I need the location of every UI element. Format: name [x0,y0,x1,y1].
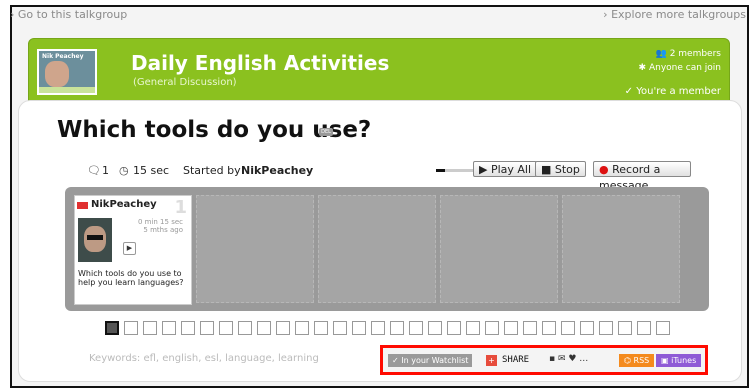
filmstrip-cell[interactable] [561,321,575,335]
discussion-card: Which tools do you use? DEL 🗨 1 ◷ 15 sec… [18,100,742,382]
filmstrip-cell[interactable] [124,321,138,335]
message-text: Which tools do you use to help you learn… [78,269,184,287]
filmstrip-cell[interactable] [637,321,651,335]
filmstrip-cell[interactable] [542,321,556,335]
filmstrip-cell[interactable] [295,321,309,335]
filmstrip-cell[interactable] [409,321,423,335]
message-stage: NikPeachey 1 0 min 15 sec 5 mths ago ▶ W… [65,187,709,311]
progress-fill [436,169,445,172]
join-icon: ✱ [638,63,649,73]
rss-button[interactable]: ⌬ RSS [619,354,655,367]
filmstrip-cell[interactable] [200,321,214,335]
watchlist-button[interactable]: ✓ In your Watchlist [388,354,473,367]
members-count[interactable]: 2 members [670,49,721,59]
group-meta: 👥 2 members ✱ Anyone can join ✓ You're a… [625,47,721,99]
group-header: Nik Peachey Daily English Activities (Ge… [28,38,730,106]
share-button[interactable]: SHARE [502,355,529,365]
message-filmstrip[interactable] [105,321,705,337]
filmstrip-cell[interactable] [314,321,328,335]
author-avatar[interactable] [78,218,112,262]
filmstrip-cell[interactable] [276,321,290,335]
share-bar: ✓ In your Watchlist + SHARE ▪ ✉ ♥ … ⌬ RS… [380,345,708,375]
record-button[interactable]: ● Record a message [593,161,691,192]
filmstrip-cell[interactable] [447,321,461,335]
explore-talkgroups-link[interactable]: › Explore more talkgroups [603,8,746,21]
filmstrip-cell[interactable] [181,321,195,335]
filmstrip-cell[interactable] [523,321,537,335]
itunes-icon: ▣ [661,356,672,365]
join-row: ✱ Anyone can join [625,61,721,75]
playback-controls: 🗨 1 ◷ 15 sec Started by NikPeachey ▶ Pla… [83,159,691,192]
avatar-shades [87,235,103,240]
filmstrip-cell[interactable] [219,321,233,335]
keywords: Keywords: efl, english, esl, language, l… [89,353,319,364]
empty-slot [196,195,314,303]
record-icon: ● [599,163,613,176]
delete-badge[interactable]: DEL [319,128,333,136]
stop-button[interactable]: ■ Stop [535,161,586,177]
filmstrip-cell[interactable] [257,321,271,335]
duration: 15 sec [133,164,170,177]
play-all-button[interactable]: ▶ Play All [473,161,538,177]
filmstrip-cell[interactable] [580,321,594,335]
filmstrip-cell[interactable] [352,321,366,335]
filmstrip-cell[interactable] [428,321,442,335]
join-status: Anyone can join [648,63,721,73]
group-title[interactable]: Daily English Activities [131,51,389,75]
comment-icon: 🗨 [87,164,101,177]
members-icon: 👥 [655,49,670,59]
rss-icon: ⌬ [624,356,634,365]
empty-slot [440,195,558,303]
filmstrip-cell[interactable] [143,321,157,335]
thumbnail-caption: Nik Peachey [42,53,84,60]
stop-label: Stop [554,163,580,176]
filmstrip-cell[interactable] [618,321,632,335]
share-plus-icon[interactable]: + [486,355,497,366]
stop-icon: ■ [541,163,555,176]
comment-count: 1 [102,164,109,177]
message-author[interactable]: NikPeachey [91,199,157,210]
message-number: 1 [174,197,187,218]
rss-label: RSS [633,356,650,365]
filmstrip-cell[interactable] [599,321,613,335]
filmstrip-cell[interactable] [162,321,176,335]
started-by-user[interactable]: NikPeachey [241,164,313,177]
group-thumbnail[interactable]: Nik Peachey [37,49,97,95]
filmstrip-cell[interactable] [238,321,252,335]
message-age: 5 mths ago [143,226,183,234]
flag-icon [77,202,88,209]
check-icon: ✓ [392,356,402,365]
play-all-label: Play All [490,163,532,176]
play-message-button[interactable]: ▶ [123,242,136,255]
members-row: 👥 2 members [625,47,721,61]
thumbnail-face [45,61,69,87]
started-by-label: Started by [183,164,241,177]
bookmark-icons[interactable]: ▪ ✉ ♥ … [549,354,588,364]
membership-row: ✓ You're a member [625,85,721,99]
filmstrip-cell[interactable] [390,321,404,335]
empty-slot [562,195,680,303]
go-to-talkgroup-link[interactable]: › Go to this talkgroup [10,8,127,21]
filmstrip-cell[interactable] [371,321,385,335]
message-duration: 0 min 15 sec [137,218,183,226]
message-meta: 0 min 15 sec 5 mths ago [123,218,183,234]
filmstrip-cell[interactable] [485,321,499,335]
membership-status: You're a member [636,86,721,97]
message-card[interactable]: NikPeachey 1 0 min 15 sec 5 mths ago ▶ W… [74,195,192,305]
clock-icon: ◷ [119,164,129,177]
group-subtitle: (General Discussion) [133,77,237,88]
check-icon: ✓ [624,86,637,97]
top-nav: › Go to this talkgroup › Explore more ta… [10,8,746,24]
filmstrip-cell[interactable] [333,321,347,335]
filmstrip-cell-selected[interactable] [105,321,119,335]
itunes-button[interactable]: ▣ iTunes [656,354,702,367]
itunes-label: iTunes [671,356,697,365]
filmstrip-cell[interactable] [466,321,480,335]
filmstrip-cell[interactable] [656,321,670,335]
empty-slot [318,195,436,303]
watchlist-label: In your Watchlist [401,356,469,365]
play-icon: ▶ [479,163,491,176]
filmstrip-cell[interactable] [504,321,518,335]
thumbnail-footer [39,87,95,93]
